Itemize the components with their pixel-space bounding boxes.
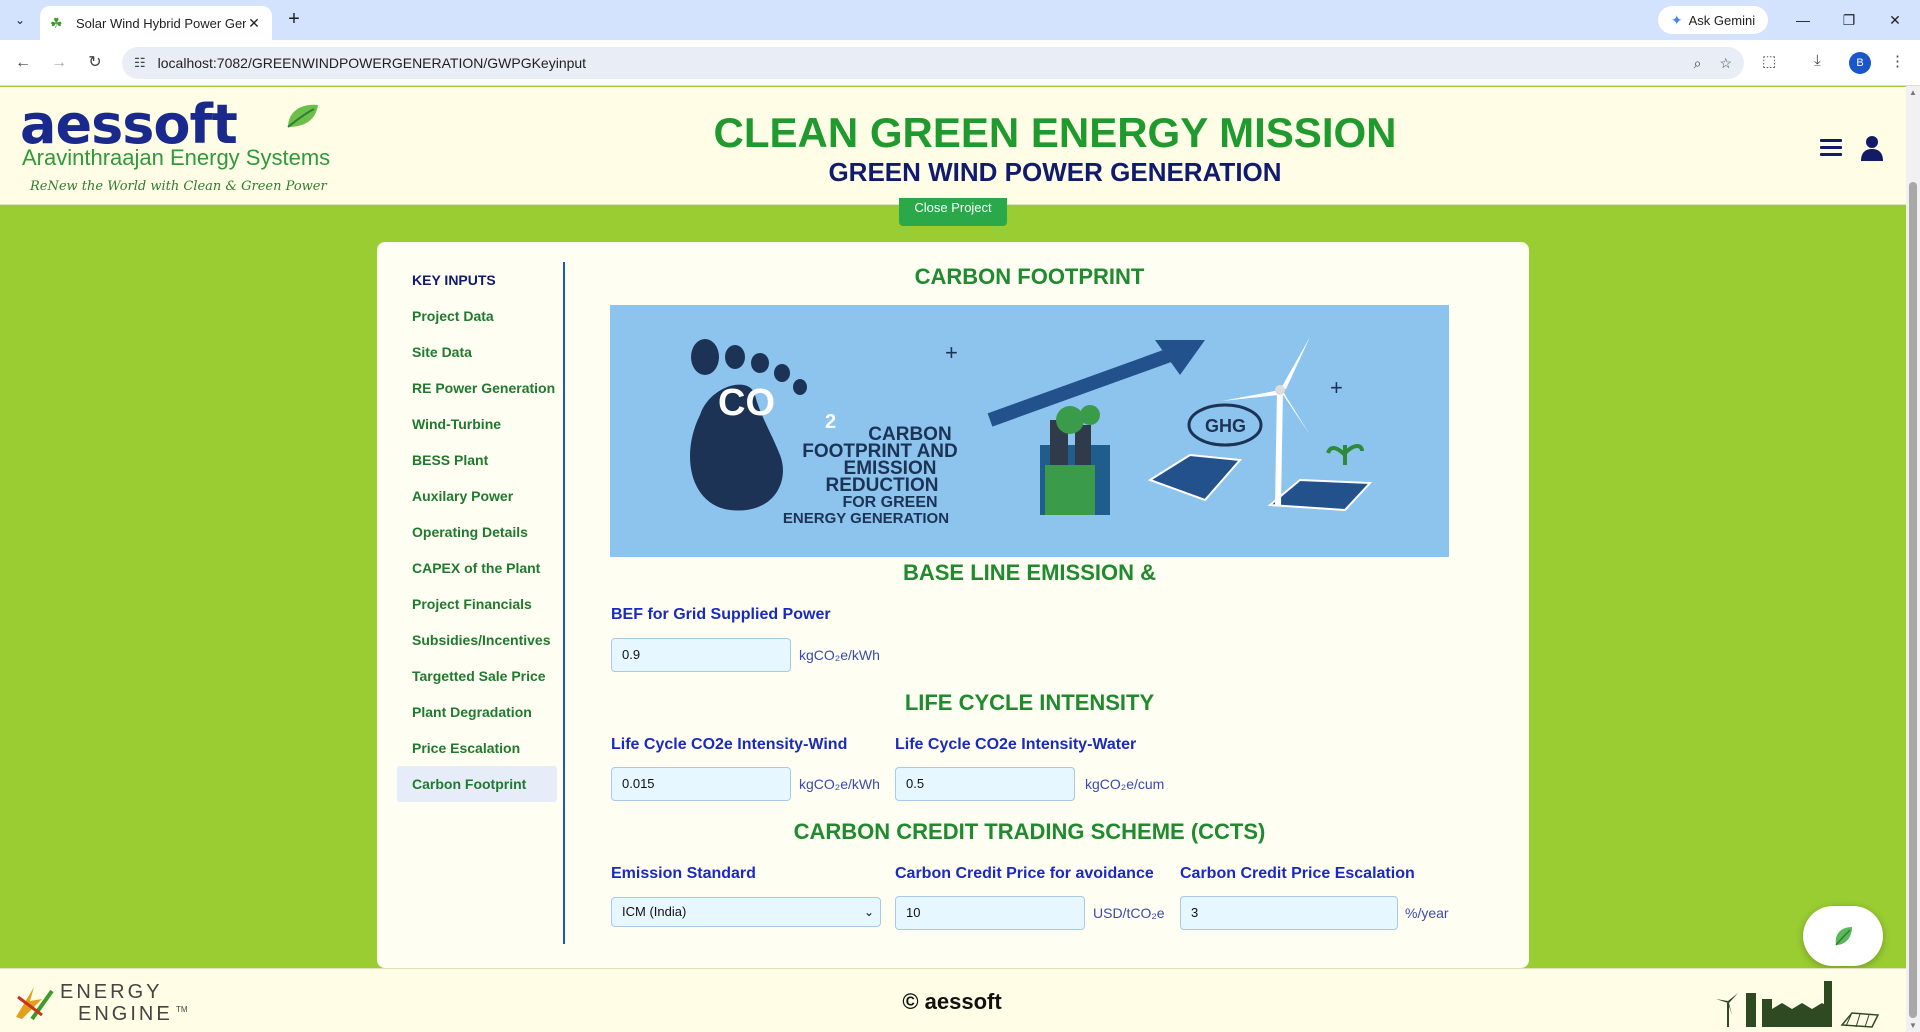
banner-line-6: ENERGY GENERATION xyxy=(783,510,949,527)
tab-title: Solar Wind Hybrid Power Gene xyxy=(76,15,246,31)
leaf-favicon-icon: ☘ xyxy=(50,15,63,31)
ccts-title: CARBON CREDIT TRADING SCHEME (CCTS) xyxy=(793,819,1266,844)
page-scrollbar[interactable]: ▲ ▼ xyxy=(1906,86,1920,1032)
leaf-logo-icon xyxy=(287,104,318,128)
browser-toolbar: ← → ↻ ☷ localhost:7082/GREENWINDPOWERGEN… xyxy=(0,40,1920,86)
restore-icon[interactable]: ❐ xyxy=(1826,0,1872,40)
carbon-price-unit: USD/tCO₂e xyxy=(1093,905,1165,921)
sidebar-item-price-escalation[interactable]: Price Escalation xyxy=(397,730,557,766)
bef-input[interactable]: 0.9 xyxy=(611,638,791,672)
energy-engine-line1: ENERGY xyxy=(60,981,163,1003)
lifecycle-title: LIFE CYCLE INTENSITY xyxy=(904,690,1155,715)
bef-label: BEF for Grid Supplied Power xyxy=(611,606,831,623)
url-text[interactable]: localhost:7082/GREENWINDPOWERGENERATION/… xyxy=(158,55,1676,71)
site-header: aessoft Aravinthraajan Energy Systems Re… xyxy=(0,87,1906,205)
profile-avatar[interactable]: B xyxy=(1849,52,1871,74)
banner-line-5: FOR GREEN xyxy=(842,494,937,511)
sidebar-item-operating-details[interactable]: Operating Details xyxy=(397,514,557,550)
carbon-price-input[interactable]: 10 xyxy=(895,896,1085,930)
close-project-button[interactable]: Close Project xyxy=(899,198,1007,226)
download-icon[interactable]: ⤓ xyxy=(1814,52,1821,69)
sidebar-item-carbon-footprint[interactable]: Carbon Footprint xyxy=(397,766,557,802)
leaf-chat-icon xyxy=(1835,927,1852,946)
sidebar-item-auxilary-power[interactable]: Auxilary Power xyxy=(397,478,557,514)
lifecycle-wind-label: Life Cycle CO2e Intensity-Wind xyxy=(611,736,848,753)
sidebar-item-re-power-generation[interactable]: RE Power Generation xyxy=(397,370,557,406)
forward-arrow-icon[interactable]: → xyxy=(46,50,72,76)
banner-ghg-text: GHG xyxy=(1205,416,1246,436)
minimize-icon[interactable]: — xyxy=(1780,0,1826,40)
close-tab-icon[interactable]: ✕ xyxy=(246,15,262,32)
carbon-price-label: Carbon Credit Price for avoidance xyxy=(895,865,1154,882)
user-account-icon[interactable] xyxy=(1860,135,1884,161)
chatbot-button[interactable] xyxy=(1803,906,1883,966)
banner-line-4: REDUCTION xyxy=(826,475,939,496)
lifecycle-water-input[interactable]: 0.5 xyxy=(895,767,1075,801)
banner-co2-text: CO xyxy=(718,382,775,424)
sidebar-item-project-data[interactable]: Project Data xyxy=(397,298,557,334)
carbon-escalation-label: Carbon Credit Price Escalation xyxy=(1180,865,1415,882)
lifecycle-wind-unit: kgCO₂e/kWh xyxy=(799,776,880,792)
more-options-icon[interactable]: ⋮ xyxy=(1890,52,1905,70)
browser-tab-bar: ⌄ ☘ Solar Wind Hybrid Power Gene ✕ + ✦ A… xyxy=(0,0,1920,40)
energy-engine-logo-icon xyxy=(16,987,54,1021)
bookmark-star-icon[interactable]: ☆ xyxy=(1719,55,1732,72)
browser-tab[interactable]: ☘ Solar Wind Hybrid Power Gene ✕ xyxy=(40,6,272,40)
logo-tagline: ReNew the World with Clean & Green Power xyxy=(30,179,327,194)
sidebar-item-project-financials[interactable]: Project Financials xyxy=(397,586,557,622)
emission-standard-label: Emission Standard xyxy=(611,865,756,882)
page-subtitle: GREEN WIND POWER GENERATION xyxy=(828,157,1282,187)
energy-engine-line2: ENGINE xyxy=(78,1003,173,1025)
emission-standard-select[interactable]: ICM (India) ⌄ xyxy=(611,897,881,927)
address-bar[interactable]: ☷ localhost:7082/GREENWINDPOWERGENERATIO… xyxy=(122,47,1744,79)
reload-icon[interactable]: ↻ xyxy=(82,50,108,76)
scrollbar-thumb[interactable] xyxy=(1909,182,1917,1018)
scroll-down-arrow-icon[interactable]: ▼ xyxy=(1906,1021,1920,1030)
industry-wind-solar-icon xyxy=(1716,981,1880,1028)
tab-search-chevron-icon[interactable]: ⌄ xyxy=(8,8,32,32)
lifecycle-water-label: Life Cycle CO2e Intensity-Water xyxy=(895,736,1137,753)
site-footer: ENERGY ENGINE TM © aessoft xyxy=(0,968,1906,1032)
content-card: KEY INPUTS Project Data Site Data RE Pow… xyxy=(377,242,1529,968)
sidebar-item-site-data[interactable]: Site Data xyxy=(397,334,557,370)
ask-gemini-button[interactable]: ✦ Ask Gemini xyxy=(1658,6,1768,34)
carbon-footprint-banner: CO 2 + + GHG CARBON FOOTPRINT AND EMISSI… xyxy=(610,305,1449,557)
emission-standard-value: ICM (India) xyxy=(622,904,687,919)
copyright-text: © aessoft xyxy=(902,989,1002,1014)
ask-gemini-label: Ask Gemini xyxy=(1688,12,1756,28)
sidebar-item-subsidies[interactable]: Subsidies/Incentives xyxy=(397,622,557,658)
lifecycle-water-unit: kgCO₂e/cum xyxy=(1085,776,1165,792)
scroll-up-arrow-icon[interactable]: ▲ xyxy=(1906,88,1920,97)
chevron-down-icon: ⌄ xyxy=(863,905,874,919)
bef-unit: kgCO₂e/kWh xyxy=(799,647,880,663)
sidebar-item-wind-turbine[interactable]: Wind-Turbine xyxy=(397,406,557,442)
logo-subtitle: Aravinthraajan Energy Systems xyxy=(22,145,331,170)
svg-text:+: + xyxy=(1330,375,1343,400)
sidebar-item-bess-plant[interactable]: BESS Plant xyxy=(397,442,557,478)
extensions-icon[interactable]: ⬚ xyxy=(1762,52,1776,70)
section-title: CARBON FOOTPRINT xyxy=(914,264,1145,289)
sidebar-item-plant-degradation[interactable]: Plant Degradation xyxy=(397,694,557,730)
new-tab-button[interactable]: + xyxy=(282,8,306,32)
zoom-icon[interactable]: ⌕ xyxy=(1694,55,1702,72)
carbon-escalation-unit: %/year xyxy=(1405,905,1449,921)
baseline-title: BASE LINE EMISSION & xyxy=(902,560,1157,585)
banner-co2-subscript: 2 xyxy=(825,411,836,433)
key-inputs-sidebar: KEY INPUTS Project Data Site Data RE Pow… xyxy=(397,262,565,944)
site-info-icon[interactable]: ☷ xyxy=(134,55,146,71)
hamburger-menu-icon[interactable] xyxy=(1820,139,1842,157)
sidebar-item-targetted-sale-price[interactable]: Targetted Sale Price xyxy=(397,658,557,694)
gemini-sparkle-icon: ✦ xyxy=(1670,11,1683,28)
close-window-icon[interactable]: ✕ xyxy=(1872,0,1918,40)
sidebar-item-capex[interactable]: CAPEX of the Plant xyxy=(397,550,557,586)
back-arrow-icon[interactable]: ← xyxy=(10,50,36,76)
page-title: CLEAN GREEN ENERGY MISSION xyxy=(713,109,1397,156)
svg-text:+: + xyxy=(945,340,958,365)
carbon-escalation-input[interactable]: 3 xyxy=(1180,896,1398,930)
trademark-mark: TM xyxy=(176,1005,188,1014)
lifecycle-wind-input[interactable]: 0.015 xyxy=(611,767,791,801)
sidebar-heading: KEY INPUTS xyxy=(412,272,496,288)
